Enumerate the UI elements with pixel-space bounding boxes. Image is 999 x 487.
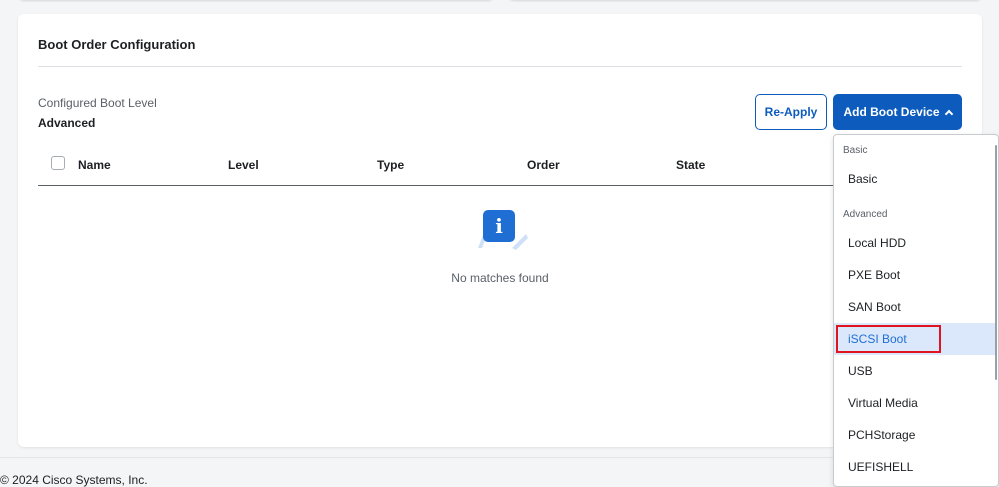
add-boot-device-button[interactable]: Add Boot Device bbox=[833, 94, 962, 130]
menu-group-advanced: Advanced bbox=[843, 209, 888, 220]
select-all-checkbox[interactable] bbox=[51, 156, 65, 170]
menu-item-san-boot[interactable]: SAN Boot bbox=[834, 291, 997, 323]
menu-item-iscsi-boot[interactable]: iSCSI Boot bbox=[834, 323, 997, 355]
card-title: Boot Order Configuration bbox=[38, 37, 196, 52]
reapply-label: Re-Apply bbox=[764, 105, 818, 119]
column-type[interactable]: Type bbox=[377, 158, 404, 172]
menu-item-pchstorage[interactable]: PCHStorage bbox=[834, 419, 997, 451]
menu-item-local-hdd[interactable]: Local HDD bbox=[834, 227, 997, 259]
column-order[interactable]: Order bbox=[527, 158, 560, 172]
menu-item-virtual-media[interactable]: Virtual Media bbox=[834, 387, 997, 419]
selection-highlight-box bbox=[836, 325, 941, 353]
add-boot-device-menu: Basic Basic Advanced Local HDD PXE Boot … bbox=[833, 134, 999, 487]
configured-boot-level-value: Advanced bbox=[38, 116, 96, 130]
menu-group-basic: Basic bbox=[843, 145, 868, 156]
column-level[interactable]: Level bbox=[228, 158, 259, 172]
column-state[interactable]: State bbox=[676, 158, 705, 172]
reapply-button[interactable]: Re-Apply bbox=[755, 94, 827, 130]
add-boot-device-label: Add Boot Device bbox=[843, 105, 940, 119]
menu-item-uefishell[interactable]: UEFISHELL bbox=[834, 451, 997, 483]
configured-boot-level-label: Configured Boot Level bbox=[38, 96, 157, 110]
info-glyph: i bbox=[483, 210, 515, 242]
table-header: Name Level Type Order State bbox=[38, 152, 962, 186]
title-divider bbox=[38, 66, 962, 67]
column-name[interactable]: Name bbox=[78, 158, 111, 172]
footer-copyright: © 2024 Cisco Systems, Inc. bbox=[0, 473, 148, 487]
menu-item-pxe-boot[interactable]: PXE Boot bbox=[834, 259, 997, 291]
menu-item-basic[interactable]: Basic bbox=[834, 163, 997, 195]
menu-scrollbar[interactable] bbox=[995, 145, 997, 380]
chevron-up-icon bbox=[944, 109, 953, 119]
info-icon: i bbox=[472, 204, 528, 254]
menu-item-usb[interactable]: USB bbox=[834, 355, 997, 387]
